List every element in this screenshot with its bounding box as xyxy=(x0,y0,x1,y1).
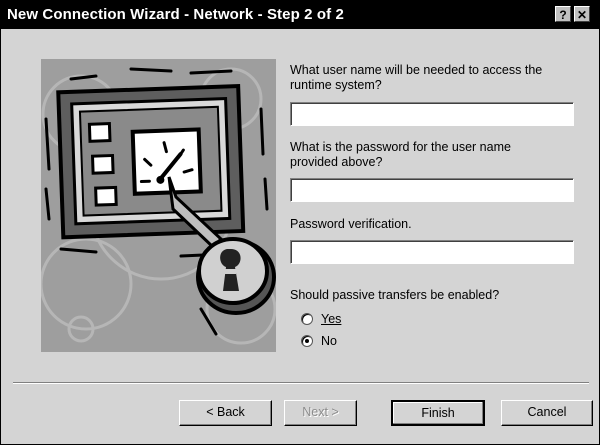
password-verification-input[interactable] xyxy=(290,240,574,264)
help-button[interactable]: ? xyxy=(555,6,571,22)
finish-button[interactable]: Finish xyxy=(391,400,485,426)
wizard-window: New Connection Wizard - Network - Step 2… xyxy=(0,0,600,445)
radio-yes-indicator[interactable] xyxy=(301,313,313,325)
password-question: What is the password for the user name p… xyxy=(290,140,511,169)
back-button[interactable]: < Back xyxy=(179,400,272,426)
verification-label: Password verification. xyxy=(290,217,412,231)
computer-monitor-lock-icon xyxy=(41,59,276,352)
radio-no-label: No xyxy=(321,334,337,348)
title-bar[interactable]: New Connection Wizard - Network - Step 2… xyxy=(1,1,599,29)
next-button[interactable]: Next > xyxy=(284,400,357,426)
radio-yes-label: Yes xyxy=(321,312,342,326)
wizard-illustration xyxy=(41,59,276,352)
radio-yes[interactable]: Yes xyxy=(301,311,341,327)
password-input[interactable] xyxy=(290,178,574,202)
cancel-button[interactable]: Cancel xyxy=(501,400,593,426)
button-separator xyxy=(13,382,589,384)
username-question: What user name will be needed to access … xyxy=(290,63,543,92)
radio-no-indicator[interactable] xyxy=(301,335,313,347)
username-input[interactable] xyxy=(290,102,574,126)
window-title: New Connection Wizard - Network - Step 2… xyxy=(7,6,344,23)
radio-no[interactable]: No xyxy=(301,333,337,349)
passive-transfers-question: Should passive transfers be enabled? xyxy=(290,288,500,302)
close-button[interactable]: ✕ xyxy=(574,6,590,22)
